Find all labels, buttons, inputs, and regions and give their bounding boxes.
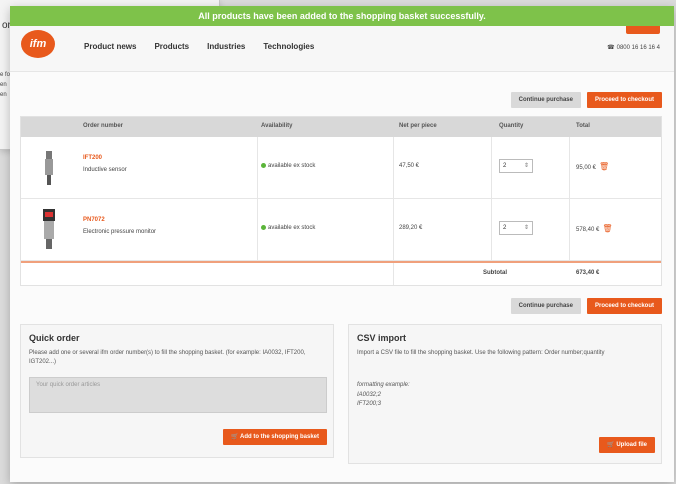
nav-technologies[interactable]: Technologies <box>263 42 314 51</box>
table-row: PN7072 Electronic pressure monitor avail… <box>21 199 661 261</box>
header-quantity: Quantity <box>499 123 524 129</box>
proceed-to-checkout-button[interactable]: Proceed to checkout <box>586 298 662 314</box>
formatting-example-line: IA0032;2 <box>357 392 382 398</box>
table-row: IFT200 Inductive sensor available ex sto… <box>21 137 661 199</box>
formatting-example-line: IFT200;3 <box>357 401 382 407</box>
status-dot-icon <box>261 163 266 168</box>
availability-status: available ex stock <box>261 225 315 231</box>
pressure-monitor-image <box>43 209 55 249</box>
phone-number[interactable]: ☎ 0800 16 16 16 4 <box>607 44 660 51</box>
shop-window: ifm Product news Products Industries Tec… <box>10 6 674 482</box>
background-window-line: e fo <box>0 72 11 78</box>
background-window-line: en <box>0 82 7 88</box>
row-total: 95,00 € 🗑 <box>576 162 610 171</box>
basket-table: Order number Availability Net per piece … <box>20 116 662 286</box>
status-dot-icon <box>261 225 266 230</box>
formatting-example-label: formatting example: <box>357 382 410 388</box>
quantity-stepper[interactable]: 2 ⇕ <box>499 159 533 173</box>
csv-import-panel: CSV import Import a CSV file to fill the… <box>348 324 662 464</box>
header-total: Total <box>576 123 590 129</box>
nav-industries[interactable]: Industries <box>207 42 245 51</box>
proceed-to-checkout-button[interactable]: Proceed to checkout <box>586 92 662 108</box>
phone-icon: ☎ <box>607 45 615 51</box>
spinner-icon[interactable]: ⇕ <box>524 160 529 172</box>
site-header: ifm Product news Products Industries Tec… <box>10 20 674 72</box>
continue-purchase-button[interactable]: Continue purchase <box>510 298 581 314</box>
quick-order-title: Quick order <box>29 333 80 343</box>
trash-icon[interactable]: 🗑 <box>599 162 609 171</box>
product-code-link[interactable]: PN7072 <box>83 217 156 223</box>
ifm-logo[interactable]: ifm <box>21 30 55 58</box>
quick-order-panel: Quick order Please add one or several if… <box>20 324 334 458</box>
availability-status: available ex stock <box>261 163 315 169</box>
trash-icon[interactable]: 🗑 <box>602 224 612 233</box>
bottom-actions: Continue purchase Proceed to checkout <box>510 298 662 314</box>
row-total: 578,40 € 🗑 <box>576 224 613 233</box>
nav-products[interactable]: Products <box>154 42 189 51</box>
subtotal-value: 673,40 € <box>576 270 600 276</box>
net-price: 289,20 € <box>399 225 423 231</box>
product-name: Inductive sensor <box>83 167 127 173</box>
header-net-per-piece: Net per piece <box>399 123 437 129</box>
upload-file-button[interactable]: 🛒 Upload file <box>599 437 655 453</box>
spinner-icon[interactable]: ⇕ <box>524 222 529 234</box>
nav-product-news[interactable]: Product news <box>84 42 136 51</box>
product-code-link[interactable]: IFT200 <box>83 155 127 161</box>
net-price: 47,50 € <box>399 163 420 169</box>
quick-order-description: Please add one or several ifm order numb… <box>29 350 306 365</box>
phone-number-text: 0800 16 16 16 4 <box>616 45 660 51</box>
header-order-number: Order number <box>83 123 124 129</box>
inductive-sensor-image <box>45 151 53 185</box>
success-banner: All products have been added to the shop… <box>10 6 674 26</box>
continue-purchase-button[interactable]: Continue purchase <box>510 92 581 108</box>
subtotal-row: Subtotal 673,40 € <box>21 263 661 285</box>
add-to-basket-button[interactable]: 🛒 Add to the shopping basket <box>223 429 327 445</box>
product-name: Electronic pressure monitor <box>83 229 157 235</box>
background-window-line: en <box>0 92 7 98</box>
csv-import-description: Import a CSV file to fill the shopping b… <box>357 350 605 356</box>
table-header: Order number Availability Net per piece … <box>21 117 661 137</box>
quick-order-input[interactable]: Your quick order articles <box>29 377 327 413</box>
subtotal-label: Subtotal <box>483 270 507 276</box>
header-availability: Availability <box>261 123 293 129</box>
csv-import-title: CSV import <box>357 333 407 343</box>
top-actions: Continue purchase Proceed to checkout <box>510 92 662 108</box>
main-nav: Product news Products Industries Technol… <box>84 42 314 51</box>
quantity-stepper[interactable]: 2 ⇕ <box>499 221 533 235</box>
